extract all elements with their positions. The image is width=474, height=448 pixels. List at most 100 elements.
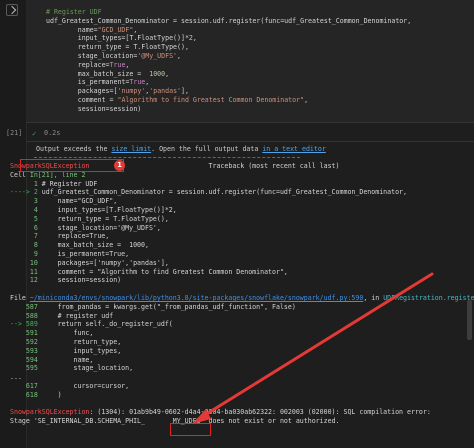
traceback-line: 1 # Register UDF (10, 179, 98, 189)
traceback-line-token: 588 (10, 311, 42, 320)
traceback-line-token: comment = "Algorithm to find Greatest Co… (57, 267, 288, 276)
traceback-line-token: input_types=[T.FloatType()]*2, (57, 206, 177, 214)
traceback-line-token: return_type = T.FloatType(), (57, 214, 169, 223)
traceback-line-token: max_batch_size = 1000, (57, 241, 149, 250)
traceback-line-token: 594 (10, 355, 42, 364)
open-in-text-editor-link[interactable]: in a text editor (262, 145, 326, 153)
code-line: # Register UDF (46, 8, 102, 17)
size-limit-link[interactable]: size limit (111, 145, 151, 153)
traceback-line-token: session=session) (57, 276, 122, 285)
traceback-line: 9 is_permanent=True, (10, 250, 129, 259)
traceback-line: 12 session=session) (10, 276, 121, 285)
traceback-line: 594 name, (10, 355, 94, 365)
callout-badge: 1 (114, 160, 125, 171)
traceback-line-token: 10 (10, 258, 58, 267)
code-line: name="GCD_UDF", (46, 25, 138, 35)
traceback-line: 595 stage_location, (10, 364, 133, 373)
traceback-line-token: ) (41, 390, 62, 399)
code-line: input_types=[T.FloatType()]*2, (46, 34, 197, 43)
output-divider (26, 141, 474, 142)
code-line-token: replace= (46, 60, 110, 69)
traceback-line-token: stage_location, (41, 364, 134, 373)
code-cell[interactable]: # Register UDF udf_Greatest_Common_Denomi… (26, 0, 474, 123)
traceback-line: File ~/miniconda3/envs/snowpark/lib/pyth… (10, 294, 474, 303)
traceback-line-token: # register udf (41, 311, 114, 320)
traceback-line: 6 stage_location='@My_UDFS', (10, 224, 161, 233)
code-line: packages=['numpy','pandas'], (46, 87, 189, 96)
execution-time: 0.2s (44, 129, 61, 137)
output-msg-middle: . Open the full output data (151, 145, 263, 153)
traceback-line-token: cursor=cursor, (41, 382, 130, 390)
traceback-line: 618 ) (10, 391, 62, 400)
code-line: comment = "Algorithm to find Greatest Co… (46, 96, 308, 105)
traceback-line: 7 replace=True, (10, 232, 109, 241)
code-line-token: packages=[ (46, 87, 118, 96)
traceback-line-token: --> 589 (10, 320, 42, 329)
code-line: return_type = T.FloatType(), (46, 43, 189, 52)
code-line: session=session) (46, 104, 142, 114)
traceback-line-token: func, (41, 329, 94, 338)
traceback-line: 617 cursor=cursor, (10, 382, 129, 391)
traceback-line-token: # Register UDF (41, 179, 98, 188)
traceback-line: 10 packages=['numpy','pandas'], (10, 259, 169, 268)
traceback-line: --> 589 return self._do_register_udf( (10, 320, 173, 329)
code-line-token: , (125, 60, 130, 69)
code-line-token: True (109, 60, 126, 69)
code-line-token: "Algorithm to find Greatest Common Denom… (117, 96, 305, 104)
traceback-line-token: 595 (10, 364, 42, 373)
traceback-line-token: 9 (10, 250, 58, 258)
traceback-line-token: return self._do_register_udf( (41, 320, 173, 329)
traceback-line: 8 max_batch_size = 1000, (10, 241, 149, 250)
traceback-line-token: from_pandas = kwargs.get("_from_pandas_u… (41, 302, 296, 311)
output-truncation-message: Output exceeds the size limit. Open the … (36, 145, 326, 153)
traceback-line-token: Stage 'SE_INTERNAL_DB.SCHEMA_PHIL_ (10, 417, 173, 426)
error-separator (34, 157, 300, 158)
traceback-line-token: SnowparkSQLException (10, 408, 90, 417)
traceback-line-token: 4 (10, 206, 58, 214)
traceback-line: 4 input_types=[T.FloatType()]*2, (10, 206, 177, 215)
collapse-cell-icon[interactable] (6, 4, 18, 16)
code-line-token: '@My_UDFS' (137, 52, 178, 60)
code-line-token: max_batch_size = (46, 69, 150, 78)
traceback-line: ----> 2 udf_Greatest_Common_Denominator … (10, 188, 407, 197)
traceback-line-token: name="GCD_UDF", (57, 197, 118, 206)
code-line-token: return_type = T.FloatType(), (46, 43, 189, 52)
traceback-line-token: name, (41, 355, 94, 364)
traceback-line: 593 input_types, (10, 347, 121, 356)
traceback-line: 592 return_type, (10, 338, 121, 347)
traceback-line-token: 7 (10, 232, 58, 241)
cell-execution-count: [21] (6, 129, 23, 137)
traceback-line-token: replace=True, (57, 232, 110, 241)
traceback-line-token: 592 (10, 338, 42, 346)
traceback-line: 587 from_pandas = kwargs.get("_from_pand… (10, 303, 296, 312)
code-line-token: , (165, 69, 170, 78)
code-line-token: name= (46, 25, 98, 34)
traceback-line-token: ----> 2 (10, 188, 42, 197)
traceback-line: Cell In[21], line 2 (10, 171, 85, 180)
traceback-line-token: packages=['numpy','pandas'], (57, 258, 169, 267)
code-line-token: udf_Greatest_Common_Denominator = sessio… (46, 16, 412, 25)
traceback-line-token: 618 (10, 390, 42, 399)
code-line-token: stage_location= (46, 52, 138, 60)
code-line-token: , (133, 25, 138, 34)
output-scrollbar[interactable] (467, 300, 472, 340)
traceback-line-token: is_permanent=True, (57, 250, 130, 258)
traceback-line-token: 587 (10, 302, 42, 311)
code-line-token: , (177, 52, 181, 60)
code-line-token: session=session) (46, 104, 142, 113)
notebook-view: # Register UDF udf_Greatest_Common_Denomi… (0, 0, 474, 448)
stage-name-highlight-box (170, 423, 211, 436)
traceback-line-token: ... (10, 373, 22, 382)
traceback-line-token: return_type, (41, 338, 122, 346)
traceback-line: 5 return_type = T.FloatType(), (10, 215, 169, 224)
code-line-token: 1000 (149, 69, 166, 78)
traceback-line-token: 6 (10, 223, 58, 232)
traceback-line-token: 3 (10, 197, 58, 206)
traceback-line-token: 5 (10, 214, 58, 223)
traceback-line-token: 593 (10, 346, 42, 355)
code-line-token: , (192, 34, 197, 43)
code-line-token: "GCD_UDF" (97, 25, 134, 34)
traceback-line-token: File (10, 294, 30, 302)
traceback-line: 3 name="GCD_UDF", (10, 197, 117, 206)
success-check-icon: ✓ (32, 129, 37, 138)
